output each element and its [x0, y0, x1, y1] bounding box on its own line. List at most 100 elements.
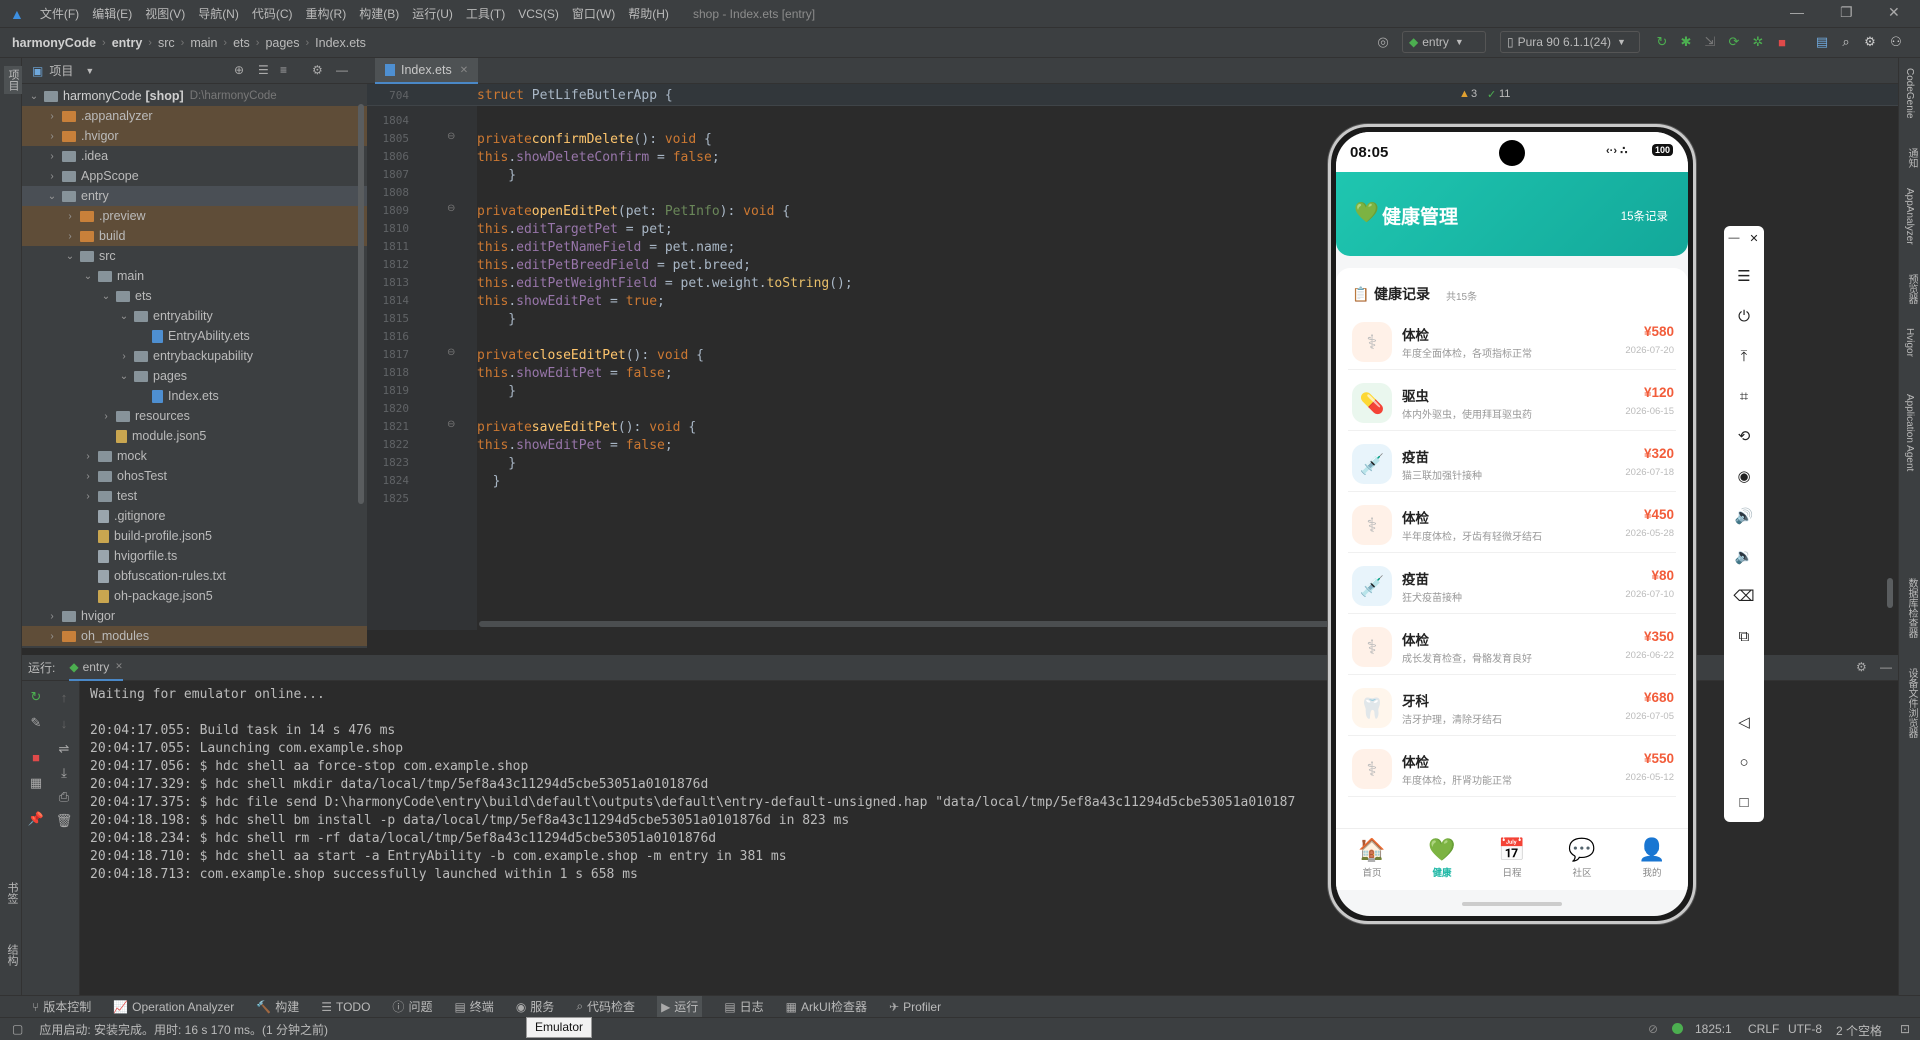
- tree-item[interactable]: Index.ets: [22, 386, 367, 406]
- right-tool-tab[interactable]: CodeGenie: [1904, 68, 1915, 119]
- erase-icon[interactable]: ⌫: [1732, 584, 1756, 608]
- breadcrumb-item[interactable]: src: [158, 36, 175, 50]
- phone-nav-item[interactable]: 💬 社区: [1552, 837, 1612, 879]
- phone-nav-item[interactable]: 💚 健康: [1412, 837, 1472, 879]
- chevron-down-icon[interactable]: ⌄: [82, 271, 94, 282]
- chevron-right-icon[interactable]: ›: [46, 131, 58, 142]
- health-record-item[interactable]: 🦷 牙科 洁牙护理，清除牙结石 ¥680 2026-07-05: [1348, 678, 1676, 736]
- chevron-right-icon[interactable]: ›: [46, 631, 58, 642]
- screenshot-icon[interactable]: ◉: [1732, 464, 1756, 488]
- indent-setting[interactable]: 2 个空格: [1836, 1022, 1882, 1039]
- tree-item[interactable]: › mock: [22, 446, 367, 466]
- menu-item[interactable]: 构建(B): [359, 5, 399, 22]
- line-separator[interactable]: CRLF: [1748, 1022, 1779, 1036]
- power-icon[interactable]: ⏻: [1732, 304, 1756, 328]
- chevron-right-icon[interactable]: ›: [82, 451, 94, 462]
- profile-icon[interactable]: ✲: [1750, 34, 1766, 50]
- search-icon[interactable]: ⌕: [1838, 34, 1854, 50]
- status-message[interactable]: 应用启动: 安装完成。用时: 16 s 170 ms。(1 分钟之前): [39, 1021, 328, 1038]
- account-icon[interactable]: ⚇: [1888, 34, 1904, 50]
- back-icon[interactable]: ◁: [1732, 710, 1756, 734]
- rotate-icon[interactable]: ⟲: [1732, 424, 1756, 448]
- tool-window-button[interactable]: ◉ 服务: [516, 998, 555, 1015]
- scroll-to-end-icon[interactable]: ⤓: [56, 765, 72, 781]
- project-panel-title[interactable]: 项目: [49, 62, 73, 79]
- code-line[interactable]: }: [477, 164, 516, 186]
- close-tab-icon[interactable]: ✕: [115, 661, 123, 672]
- device-manager-icon[interactable]: ▤: [1814, 34, 1830, 50]
- tree-item[interactable]: module.json5: [22, 426, 367, 446]
- tree-item[interactable]: › .idea: [22, 146, 367, 166]
- chevron-right-icon[interactable]: ›: [46, 171, 58, 182]
- tool-window-button[interactable]: 📈 Operation Analyzer: [113, 1000, 234, 1014]
- chevron-right-icon[interactable]: ›: [46, 151, 58, 162]
- menu-item[interactable]: 代码(C): [252, 5, 293, 22]
- tool-window-button[interactable]: ✈ Profiler: [889, 1000, 941, 1014]
- chevron-right-icon[interactable]: ›: [82, 471, 94, 482]
- file-encoding[interactable]: UTF-8: [1788, 1022, 1822, 1036]
- chevron-right-icon[interactable]: ›: [64, 231, 76, 242]
- recents-icon[interactable]: □: [1732, 790, 1756, 814]
- right-tool-tab[interactable]: Hvigor: [1904, 328, 1915, 357]
- menu-item[interactable]: 窗口(W): [572, 5, 615, 22]
- tree-root[interactable]: ⌄ harmonyCode [shop] D:\harmonyCode: [22, 86, 367, 106]
- tree-item[interactable]: › entrybackupability: [22, 346, 367, 366]
- chevron-right-icon[interactable]: ›: [82, 491, 94, 502]
- health-record-item[interactable]: ⚕ 体检 年度体检，肝肾功能正常 ¥550 2026-05-12: [1348, 739, 1676, 797]
- collapse-all-icon[interactable]: ≡: [280, 63, 287, 77]
- menu-item[interactable]: 文件(F): [40, 5, 79, 22]
- tree-item[interactable]: › build: [22, 226, 367, 246]
- device-select[interactable]: ▯ Pura 90 6.1.1(24) ▼: [1500, 31, 1640, 53]
- fold-icon[interactable]: ⊖: [447, 419, 455, 430]
- menu-item[interactable]: 视图(V): [145, 5, 185, 22]
- tree-item[interactable]: build-profile.json5: [22, 526, 367, 546]
- chevron-right-icon[interactable]: ›: [64, 211, 76, 222]
- menu-item[interactable]: 导航(N): [198, 5, 239, 22]
- chevron-down-icon[interactable]: ⌄: [118, 311, 130, 322]
- code-line[interactable]: }: [477, 380, 516, 402]
- code-line[interactable]: }: [477, 470, 501, 492]
- health-record-item[interactable]: 💉 疫苗 狂犬疫苗接种 ¥80 2026-07-10: [1348, 556, 1676, 614]
- tool-window-button[interactable]: ▦ ArkUI检查器: [786, 998, 867, 1015]
- minimize-icon[interactable]: —: [1790, 4, 1804, 20]
- tree-item[interactable]: ⌄ src: [22, 246, 367, 266]
- hide-panel-icon[interactable]: —: [336, 63, 348, 77]
- tree-item[interactable]: › .hvigor: [22, 126, 367, 146]
- health-record-item[interactable]: ⚕ 体检 半年度体检，牙齿有轻微牙结石 ¥450 2026-05-28: [1348, 495, 1676, 553]
- chevron-right-icon[interactable]: ›: [46, 111, 58, 122]
- tree-item[interactable]: hvigorfile.ts: [22, 546, 367, 566]
- locate-icon[interactable]: ◎: [1375, 34, 1391, 50]
- tree-item[interactable]: ⌄ pages: [22, 366, 367, 386]
- volume-up-icon[interactable]: 🔊: [1732, 504, 1756, 528]
- tool-window-button[interactable]: ▤ 终端: [454, 998, 493, 1015]
- tree-item[interactable]: › oh_modules: [22, 626, 367, 646]
- tool-window-button[interactable]: ▤ 日志: [724, 998, 763, 1015]
- breadcrumb-item[interactable]: pages: [265, 36, 299, 50]
- project-tool-tab[interactable]: 项目: [4, 66, 22, 94]
- breadcrumb-item[interactable]: main: [190, 36, 217, 50]
- apply-changes-icon[interactable]: ⟳: [1726, 34, 1742, 50]
- tree-item[interactable]: › resources: [22, 406, 367, 426]
- restore-icon[interactable]: ❐: [1840, 4, 1853, 21]
- close-tab-icon[interactable]: ✕: [460, 65, 468, 76]
- breadcrumb-item[interactable]: Index.ets: [315, 36, 366, 50]
- chevron-right-icon[interactable]: ›: [46, 611, 58, 622]
- menu-item[interactable]: 工具(T): [466, 5, 505, 22]
- tree-item[interactable]: › .preview: [22, 206, 367, 226]
- tool-window-button[interactable]: ▶ 运行: [657, 996, 703, 1017]
- minimize-icon[interactable]: —: [1726, 230, 1742, 246]
- tree-item[interactable]: › test: [22, 486, 367, 506]
- right-tool-tab[interactable]: 预览器: [1904, 274, 1919, 304]
- tool-window-button[interactable]: ⌕ 代码检查: [576, 998, 635, 1015]
- right-tool-tab[interactable]: 通知: [1904, 148, 1919, 168]
- home-indicator[interactable]: [1462, 902, 1562, 906]
- editor-tab-index[interactable]: Index.ets ✕: [375, 58, 479, 84]
- right-tool-tab[interactable]: 设备文件浏览器: [1904, 668, 1919, 738]
- layout-icon[interactable]: ▦: [28, 775, 44, 791]
- chevron-down-icon[interactable]: ⌄: [100, 291, 112, 302]
- tree-item[interactable]: › AppScope: [22, 166, 367, 186]
- crop-icon[interactable]: ⌗: [1732, 384, 1756, 408]
- volume-down-icon[interactable]: 🔉: [1732, 544, 1756, 568]
- chevron-down-icon[interactable]: ⌄: [28, 91, 40, 102]
- tree-item[interactable]: › ohosTest: [22, 466, 367, 486]
